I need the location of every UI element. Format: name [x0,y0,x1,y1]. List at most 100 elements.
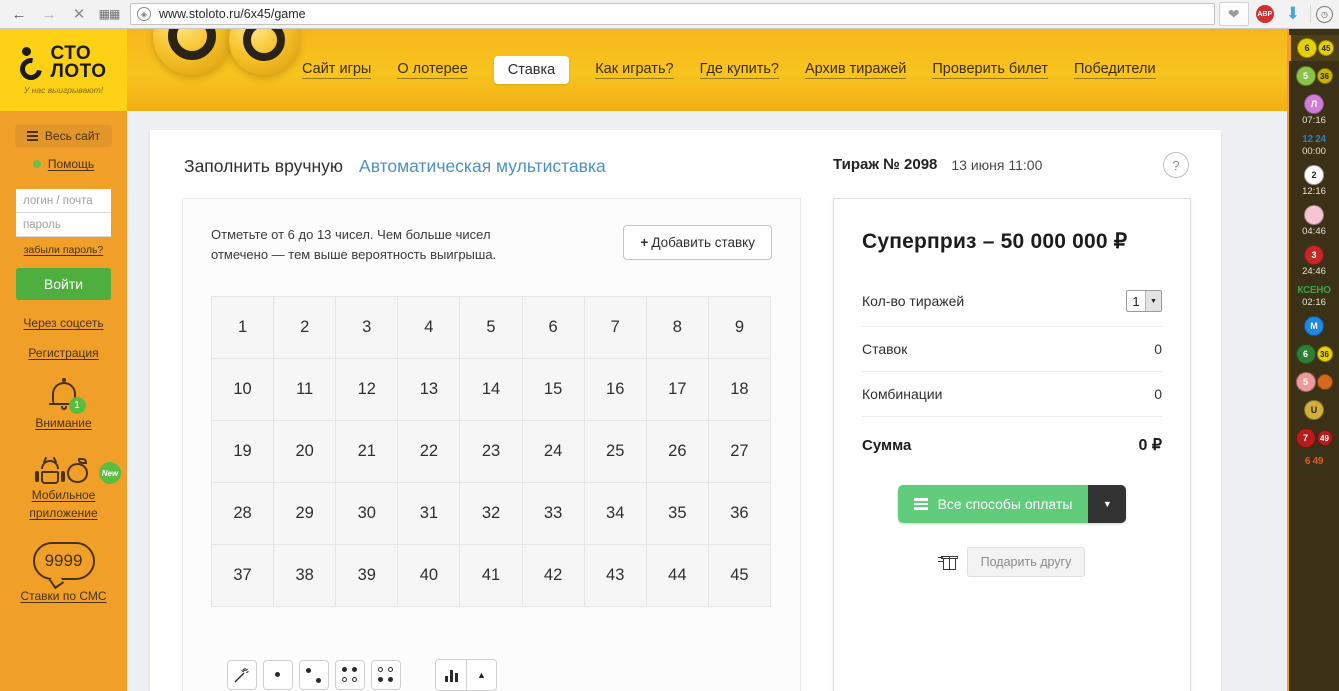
heart-icon[interactable]: ❤ [1218,2,1249,26]
number-cell-24[interactable]: 24 [522,421,585,484]
number-cell-14[interactable]: 14 [460,359,523,422]
number-cell-19[interactable]: 19 [212,421,275,484]
forward-arrow-icon[interactable]: → [34,1,64,27]
number-cell-7[interactable]: 7 [584,297,647,360]
mobile-app-promo[interactable]: New Мобильное приложение [0,448,127,520]
number-cell-37[interactable]: 37 [212,545,275,608]
number-cell-27[interactable]: 27 [708,421,771,484]
rail-item-6x49[interactable]: 6 49 [1288,453,1339,470]
rail-item-ruslotto[interactable]: Л 07:16 [1288,91,1339,129]
rail-item-ксено[interactable]: КСЕНО 02:16 [1288,282,1339,311]
bar-chart-icon[interactable] [436,660,466,690]
number-cell-43[interactable]: 43 [584,545,647,608]
number-cell-29[interactable]: 29 [274,483,337,546]
rail-item-7x49[interactable]: 7 49 [1288,425,1339,451]
tab-auto-multibet[interactable]: Автоматическая мультиставка [359,156,606,177]
caret-down-icon[interactable]: ▼ [1088,485,1127,523]
number-cell-9[interactable]: 9 [708,297,771,360]
number-cell-22[interactable]: 22 [398,421,461,484]
gift-to-friend-button[interactable]: Подарить другу [966,547,1086,577]
dice-four-filled-icon[interactable] [335,660,365,690]
nav-item-where-to-buy[interactable]: Где купить? [699,61,779,79]
rail-item-top3[interactable]: 3 24:46 [1288,242,1339,280]
number-cell-26[interactable]: 26 [646,421,709,484]
login-input[interactable] [16,189,111,213]
number-cell-39[interactable]: 39 [336,545,399,608]
number-cell-25[interactable]: 25 [584,421,647,484]
stoloto-logo[interactable]: СТО ЛОТО У нас выигрывают! [0,29,127,111]
number-cell-21[interactable]: 21 [336,421,399,484]
address-bar[interactable]: ◈ www.stoloto.ru/6x45/game [130,3,1215,25]
rail-item-6x45[interactable]: 6 45 [1288,35,1339,61]
dice-four-mixed-icon[interactable] [371,660,401,690]
number-cell-6[interactable]: 6 [522,297,585,360]
back-arrow-icon[interactable]: ← [4,1,34,27]
number-cell-15[interactable]: 15 [522,359,585,422]
number-cell-40[interactable]: 40 [398,545,461,608]
password-input[interactable] [16,213,111,237]
number-cell-10[interactable]: 10 [212,359,275,422]
attention-promo[interactable]: 1 Внимание [0,378,127,430]
number-cell-38[interactable]: 38 [274,545,337,608]
number-cell-36[interactable]: 36 [708,483,771,546]
number-cell-17[interactable]: 17 [646,359,709,422]
nav-item-site[interactable]: Сайт игры [302,61,372,79]
rail-item-monopoly[interactable]: М [1288,313,1339,339]
clock-icon[interactable]: ◷ [1316,5,1333,23]
number-cell-5[interactable]: 5 [460,297,523,360]
draws-count-select[interactable]: 1 ▼ [1126,290,1162,312]
register-link[interactable]: Регистрация [0,346,127,360]
close-icon[interactable]: ✕ [64,1,94,27]
number-cell-41[interactable]: 41 [460,545,523,608]
nav-item-how-to-play[interactable]: Как играть? [595,61,674,79]
number-cell-4[interactable]: 4 [398,297,461,360]
apps-grid-icon[interactable]: ▦▦ [94,1,124,27]
rail-item-bingo[interactable]: 5 [1288,369,1339,395]
rail-item-zhilishnaya[interactable]: 04:46 [1288,202,1339,240]
number-cell-23[interactable]: 23 [460,421,523,484]
number-cell-32[interactable]: 32 [460,483,523,546]
download-arrow-icon[interactable]: ⬇ [1286,4,1300,24]
nav-item-draw-archive[interactable]: Архив тиражей [804,61,907,79]
number-cell-18[interactable]: 18 [708,359,771,422]
number-cell-34[interactable]: 34 [584,483,647,546]
number-cell-20[interactable]: 20 [274,421,337,484]
number-cell-2[interactable]: 2 [274,297,337,360]
nav-item-check-ticket[interactable]: Проверить билет [932,61,1048,79]
sidebar-item-help[interactable]: Помощь [0,153,127,175]
dice-one-icon[interactable] [263,660,293,690]
number-cell-12[interactable]: 12 [336,359,399,422]
number-cell-8[interactable]: 8 [646,297,709,360]
magic-wand-icon[interactable] [227,660,257,690]
triangle-up-icon[interactable]: ▲ [466,660,496,690]
nav-item-winners[interactable]: Победители [1074,61,1156,79]
tab-manual-fill[interactable]: Заполнить вручную [184,156,343,177]
number-cell-1[interactable]: 1 [212,297,275,360]
nav-item-about[interactable]: О лотерее [397,61,468,79]
rail-item-6x36[interactable]: 6 36 [1288,341,1339,367]
forgot-password-link[interactable]: забыли пароль? [0,244,127,256]
number-cell-3[interactable]: 3 [336,297,399,360]
number-cell-31[interactable]: 31 [398,483,461,546]
number-cell-30[interactable]: 30 [336,483,399,546]
number-cell-33[interactable]: 33 [522,483,585,546]
add-bet-button[interactable]: + Добавить ставку [623,225,772,260]
sidebar-item-all-site[interactable]: Весь сайт [15,125,112,147]
social-login-link[interactable]: Через соцсеть [0,316,127,330]
number-cell-11[interactable]: 11 [274,359,337,422]
number-cell-16[interactable]: 16 [584,359,647,422]
dice-two-icon[interactable] [299,660,329,690]
rail-item-podkova[interactable]: U [1288,397,1339,423]
all-payment-methods-button[interactable]: Все способы оплаты [897,485,1089,523]
rail-item-5x36[interactable]: 5 36 [1288,63,1339,89]
rail-item-12x24[interactable]: 12 24 00:00 [1288,131,1339,160]
number-cell-42[interactable]: 42 [522,545,585,608]
number-cell-35[interactable]: 35 [646,483,709,546]
nav-item-bet[interactable]: Ставка [493,56,570,84]
number-cell-28[interactable]: 28 [212,483,275,546]
sms-promo[interactable]: 9999 Ставки по СМС [0,542,127,603]
rail-item-keno2[interactable]: 2 12:16 [1288,162,1339,200]
adblock-icon[interactable]: ABP [1255,5,1274,23]
number-cell-13[interactable]: 13 [398,359,461,422]
number-cell-44[interactable]: 44 [646,545,709,608]
